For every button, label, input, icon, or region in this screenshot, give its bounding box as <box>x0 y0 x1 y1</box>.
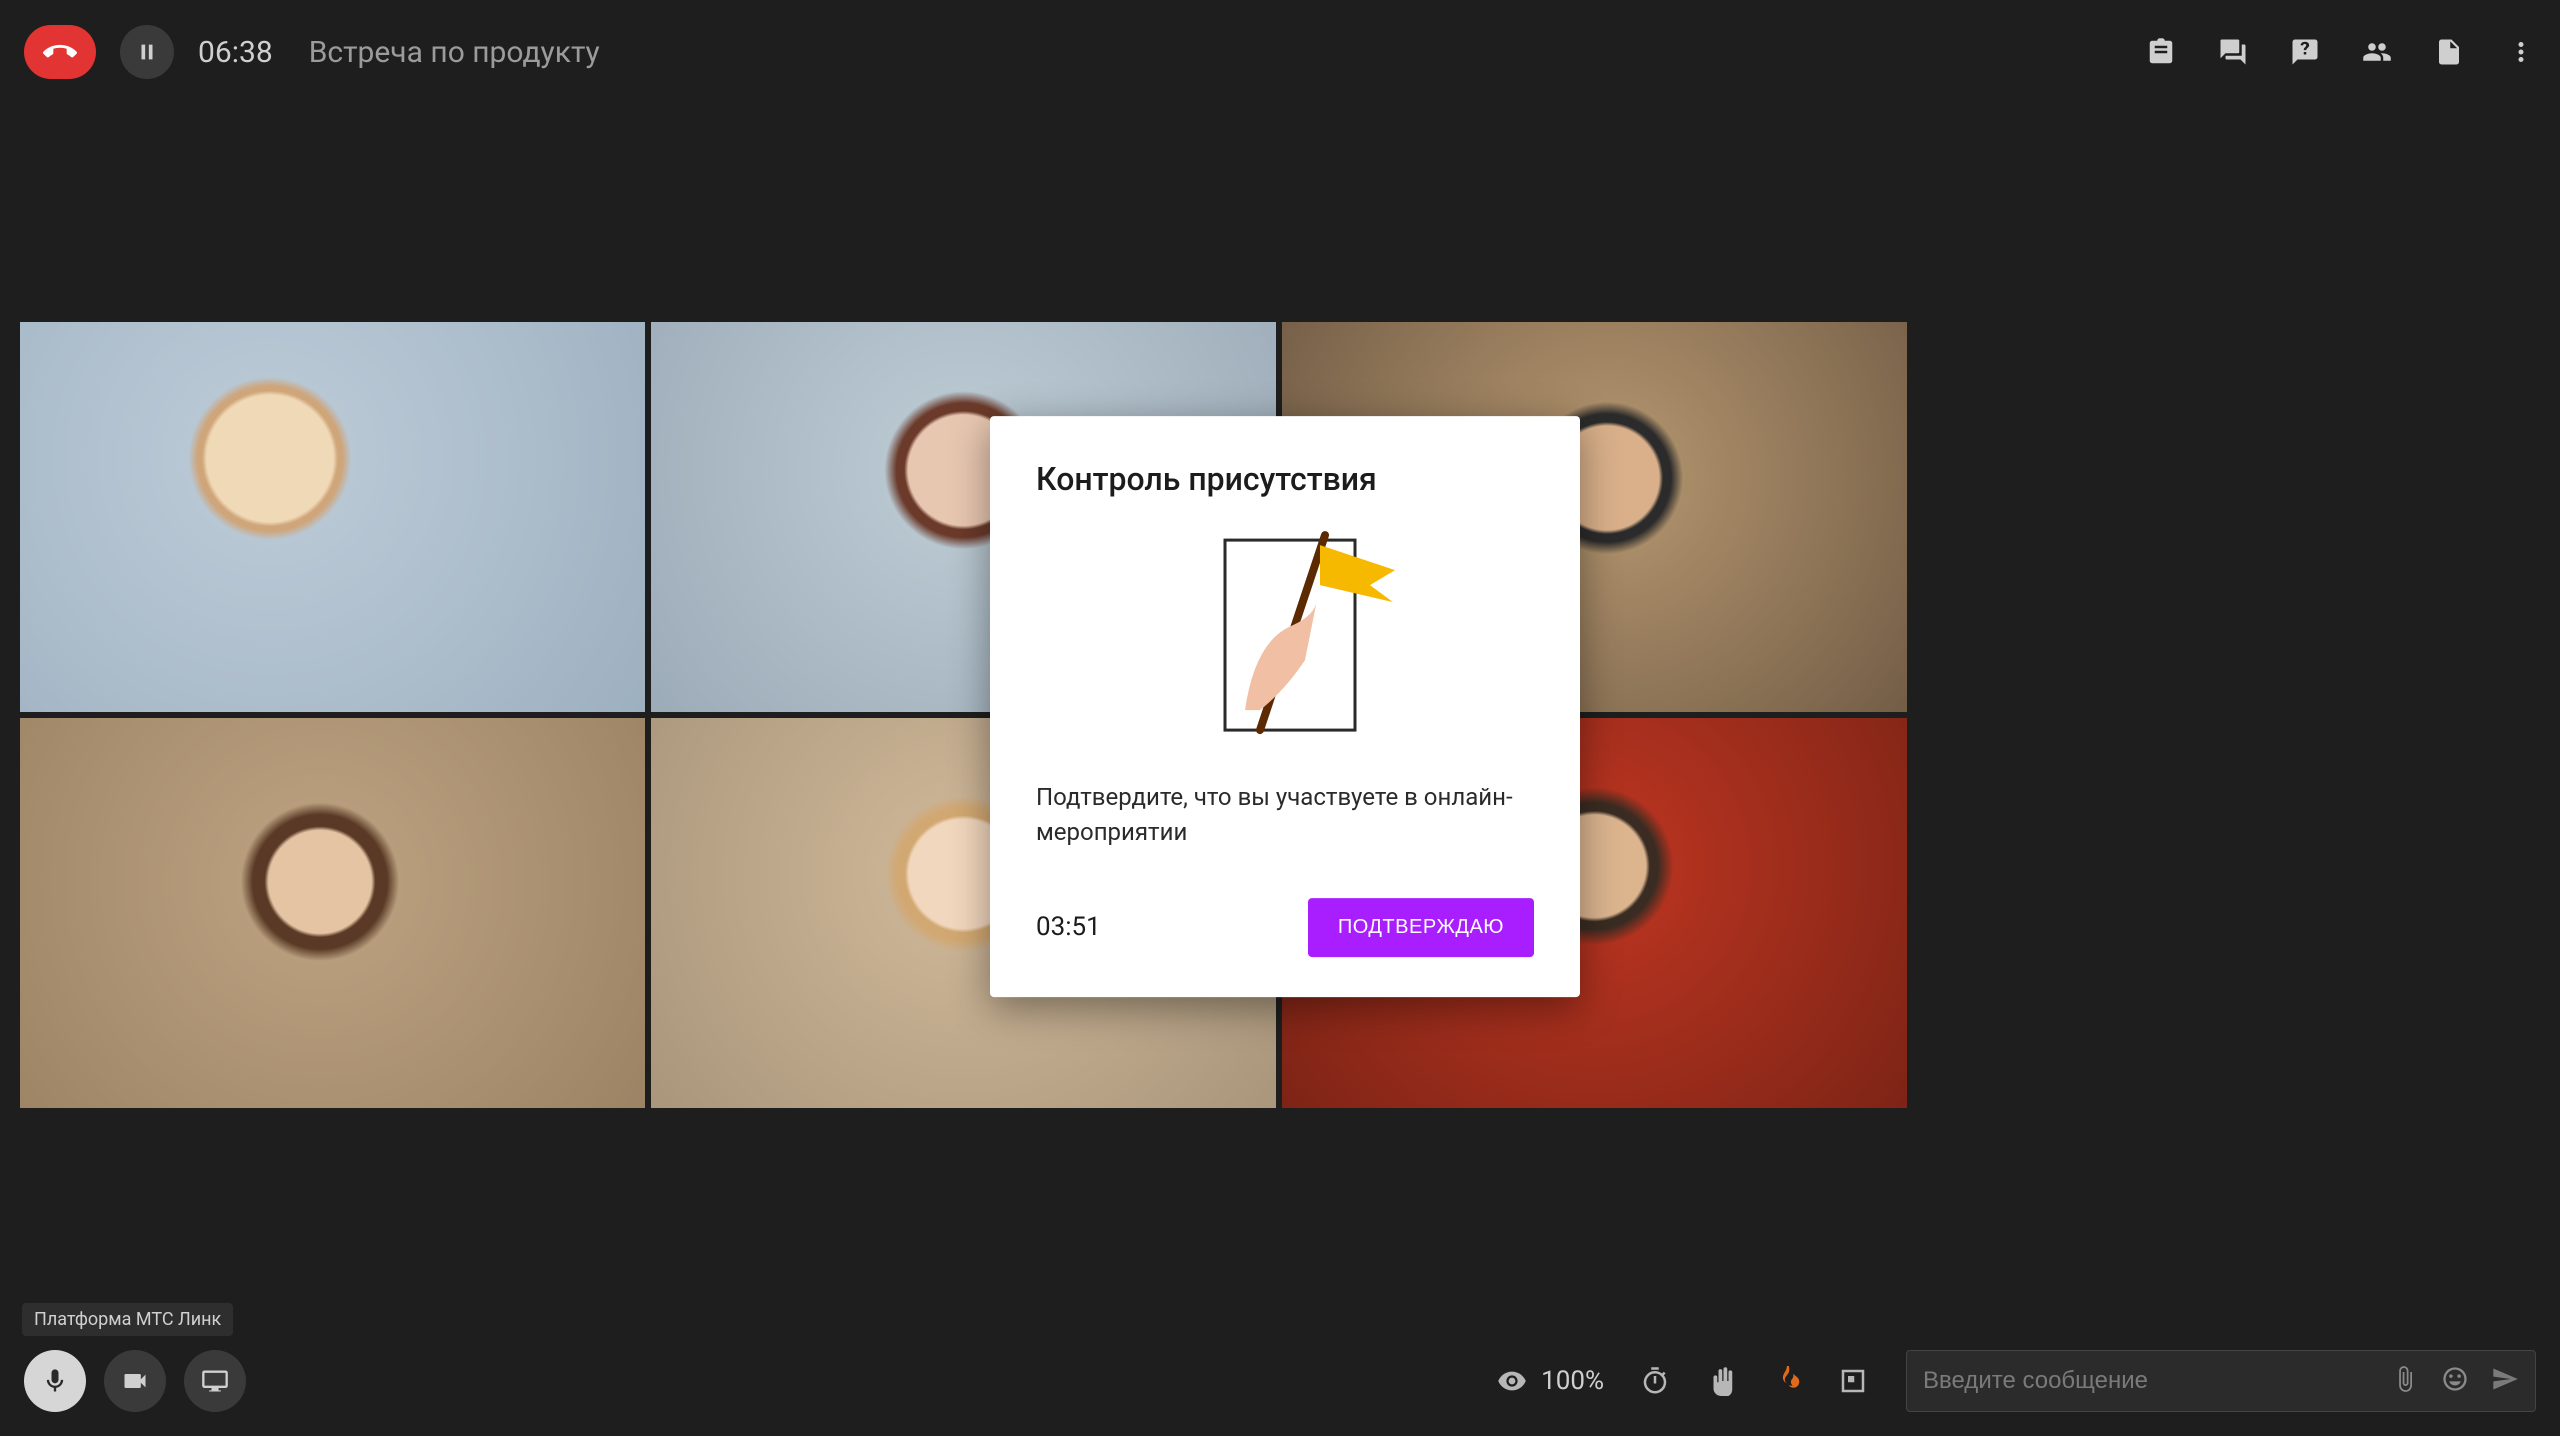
screenshare-button[interactable] <box>184 1350 246 1412</box>
pause-button[interactable] <box>120 25 174 79</box>
pause-icon <box>136 41 158 63</box>
people-icon[interactable] <box>2362 37 2392 67</box>
timer-icon[interactable] <box>1640 1366 1670 1396</box>
visibility-percent: 100% <box>1541 1366 1604 1396</box>
phone-hangup-icon <box>43 35 77 69</box>
modal-footer: 03:51 ПОДТВЕРЖДАЮ <box>1036 898 1534 957</box>
raise-hand-icon[interactable] <box>1706 1366 1736 1396</box>
bottom-bar: 100% <box>0 1326 2560 1436</box>
send-icon <box>2491 1365 2519 1393</box>
modal-body-text: Подтвердите, что вы участвуете в онлайн-… <box>1036 780 1534 850</box>
participant-tile[interactable] <box>20 322 645 712</box>
eye-icon <box>1497 1366 1527 1396</box>
screen-icon <box>201 1367 229 1395</box>
camera-button[interactable] <box>104 1350 166 1412</box>
right-tools: 100% <box>1497 1366 1868 1396</box>
send-button[interactable] <box>2491 1365 2519 1397</box>
fire-icon[interactable] <box>1772 1366 1802 1396</box>
chat-icon[interactable] <box>2218 37 2248 67</box>
file-icon[interactable] <box>2434 37 2464 67</box>
chat-input-container <box>1906 1350 2536 1412</box>
modal-countdown: 03:51 <box>1036 912 1101 942</box>
confirm-button[interactable]: ПОДТВЕРЖДАЮ <box>1308 898 1534 957</box>
paperclip-icon <box>2391 1365 2419 1393</box>
flag-hand-icon <box>1165 530 1405 740</box>
mic-button[interactable] <box>24 1350 86 1412</box>
participant-tile[interactable] <box>20 718 645 1108</box>
chat-input[interactable] <box>1923 1367 2391 1395</box>
layout-icon[interactable] <box>1838 1366 1868 1396</box>
microphone-icon <box>41 1367 69 1395</box>
help-icon[interactable] <box>2290 37 2320 67</box>
emoji-button[interactable] <box>2441 1365 2469 1397</box>
modal-title: Контроль присутствия <box>1036 460 1534 498</box>
modal-illustration <box>1036 530 1534 740</box>
attach-button[interactable] <box>2391 1365 2419 1397</box>
video-grid <box>20 322 1907 1108</box>
meeting-timer: 06:38 <box>198 35 273 70</box>
end-call-button[interactable] <box>24 25 96 79</box>
top-bar: 06:38 Встреча по продукту <box>0 0 2560 104</box>
more-icon[interactable] <box>2506 37 2536 67</box>
emoji-icon <box>2441 1365 2469 1393</box>
meeting-title: Встреча по продукту <box>309 35 600 70</box>
videocam-icon <box>121 1367 149 1395</box>
notes-icon[interactable] <box>2146 37 2176 67</box>
topbar-actions <box>2146 37 2536 67</box>
visibility-indicator[interactable]: 100% <box>1497 1366 1604 1396</box>
presence-check-modal: Контроль присутствия Подтвердите, что вы… <box>990 416 1580 997</box>
